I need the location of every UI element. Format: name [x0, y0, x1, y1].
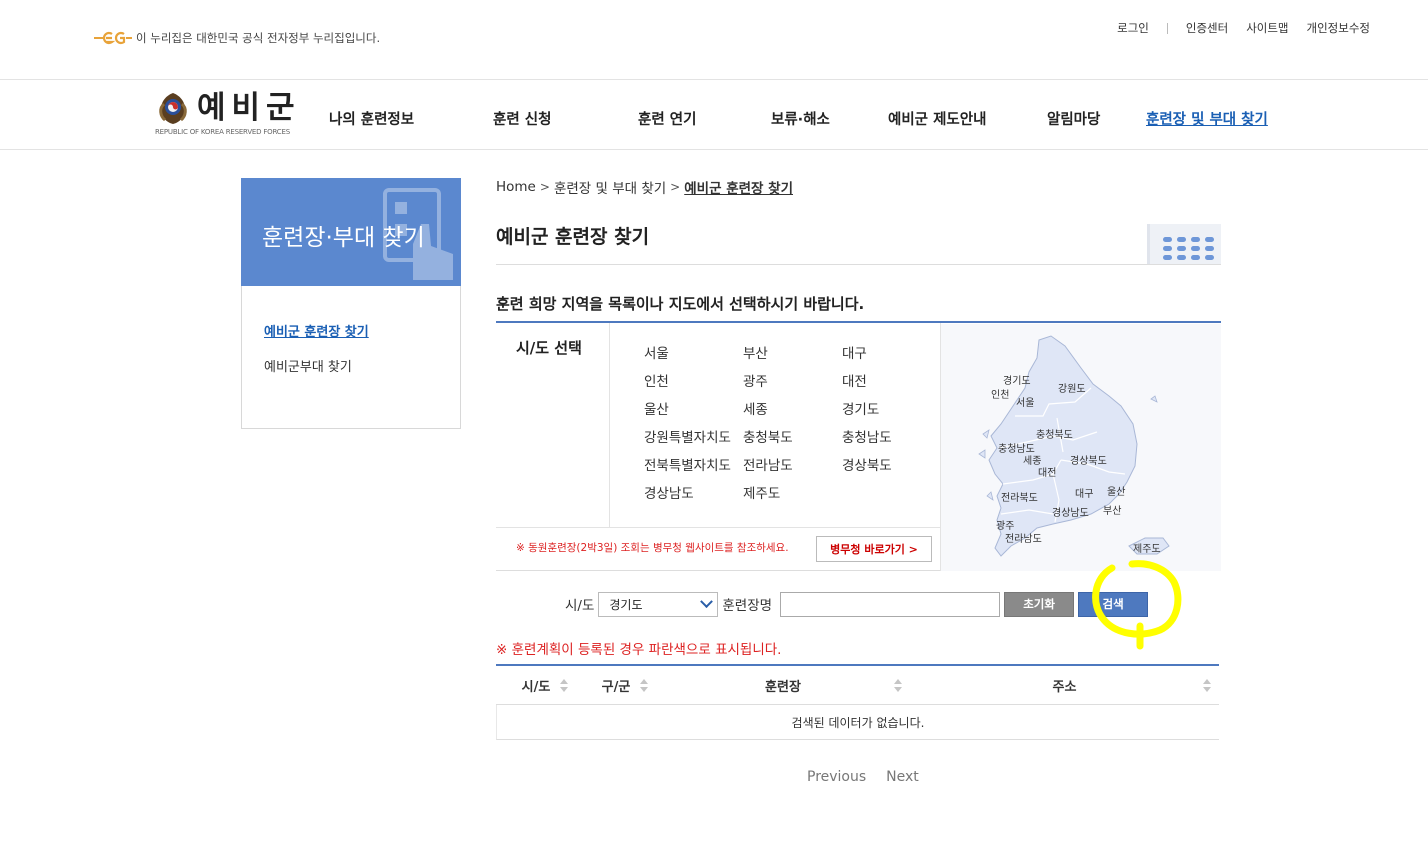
sort-icon[interactable]: [560, 679, 568, 692]
breadcrumb-find[interactable]: 훈련장 및 부대 찾기: [554, 177, 666, 197]
gov-bar: 이 누리집은 대한민국 공식 전자정부 누리집입니다. 로그인 인증센터 사이트…: [0, 0, 1428, 80]
title-decoration-icon: [1147, 224, 1221, 265]
map-label-incheon[interactable]: 인천: [991, 386, 1009, 401]
login-link[interactable]: 로그인: [1117, 20, 1149, 36]
side-nav-title: 훈련장·부대 찾기: [262, 225, 425, 251]
nav-training-apply[interactable]: 훈련 신청: [493, 108, 551, 129]
side-nav-header: 훈련장·부대 찾기: [241, 178, 461, 286]
chevron-right-icon: >: [670, 180, 681, 194]
gov-notice: 이 누리집은 대한민국 공식 전자정부 누리집입니다.: [92, 30, 380, 46]
search-button[interactable]: 검색: [1078, 591, 1149, 617]
gov-notice-text: 이 누리집은 대한민국 공식 전자정부 누리집입니다.: [136, 31, 381, 45]
table-header: 시/도 구/군 훈련장 주소: [496, 666, 1219, 705]
nav-notice[interactable]: 알림마당: [1047, 108, 1100, 129]
korea-map-icon: [978, 335, 1170, 557]
map-label-gyeongbuk[interactable]: 경상북도: [1070, 452, 1107, 467]
nav-system-guide[interactable]: 예비군 제도안내: [888, 108, 986, 129]
facility-name-label: 훈련장명: [722, 598, 773, 614]
chevron-down-icon: [700, 594, 714, 608]
breadcrumb-current[interactable]: 예비군 훈련장 찾기: [684, 177, 793, 197]
utility-links: 로그인 인증센터 사이트맵 개인정보수정: [1117, 20, 1370, 36]
nav-find-facility[interactable]: 훈련장 및 부대 찾기: [1146, 108, 1268, 129]
region-gyeongbuk[interactable]: 경상북도: [842, 457, 941, 475]
map-label-jeju[interactable]: 제주도: [1133, 540, 1161, 555]
region-daegu[interactable]: 대구: [842, 345, 941, 363]
side-nav-item-training-ground[interactable]: 예비군 훈련장 찾기: [264, 321, 369, 340]
search-form: 시/도 경기도 훈련장명 초기화 검색: [565, 591, 1149, 617]
sort-icon[interactable]: [640, 679, 648, 692]
main-header: 예비군 REPUBLIC OF KOREA RESERVED FORCES 나의…: [0, 80, 1428, 150]
map-label-gangwon[interactable]: 강원도: [1058, 380, 1086, 395]
region-jeonnam[interactable]: 전라남도: [743, 457, 842, 475]
nav-hold-release[interactable]: 보류·해소: [771, 108, 830, 129]
map-label-daejeon[interactable]: 대전: [1038, 464, 1056, 479]
page-title: 예비군 훈련장 찾기: [496, 226, 650, 248]
region-busan[interactable]: 부산: [743, 345, 842, 363]
side-nav-item-unit[interactable]: 예비군부대 찾기: [264, 356, 369, 375]
region-gyeongnam[interactable]: 경상남도: [644, 485, 743, 503]
map-label-gyeongnam[interactable]: 경상남도: [1052, 504, 1089, 519]
chevron-right-icon: >: [539, 180, 550, 194]
region-label: 시/도 선택: [516, 339, 582, 357]
sort-icon[interactable]: [1203, 679, 1211, 692]
side-nav-menu: 예비군 훈련장 찾기 예비군부대 찾기: [264, 321, 369, 391]
results-table: 시/도 구/군 훈련장 주소 검색된 데이터가 없습니다.: [496, 664, 1219, 740]
region-gyeonggi[interactable]: 경기도: [842, 401, 941, 419]
region-ulsan[interactable]: 울산: [644, 401, 743, 419]
region-jeju[interactable]: 제주도: [743, 485, 842, 503]
nav-my-training[interactable]: 나의 훈련정보: [329, 108, 414, 129]
global-nav: 나의 훈련정보 훈련 신청 훈련 연기 보류·해소 예비군 제도안내 알림마당 …: [0, 108, 1428, 128]
mma-notice: ※ 동원훈련장(2박3일) 조회는 병무청 웹사이트를 참조하세요.: [516, 542, 789, 554]
breadcrumb: Home > 훈련장 및 부대 찾기 > 예비군 훈련장 찾기: [496, 177, 793, 197]
brand-subtitle: REPUBLIC OF KOREA RESERVED FORCES: [155, 128, 290, 136]
region-sejong[interactable]: 세종: [743, 401, 842, 419]
pagination: Previous Next: [807, 769, 919, 785]
region-selector: 시/도 선택 서울 부산 대구 인천 광주 대전 울산 세종 경기도 강원특별자…: [496, 321, 1221, 571]
nav-training-postpone[interactable]: 훈련 연기: [638, 108, 696, 129]
map-label-busan[interactable]: 부산: [1103, 502, 1121, 517]
korea-map[interactable]: 경기도 인천 서울 강원도 충청북도 충청남도 세종 대전 경상북도 전라북도 …: [941, 324, 1221, 571]
region-jeonbuk[interactable]: 전북특별자치도: [644, 457, 743, 475]
sort-icon[interactable]: [894, 679, 902, 692]
reset-button[interactable]: 초기화: [1004, 591, 1075, 617]
instruction-text: 훈련 희망 지역을 목록이나 지도에서 선택하시기 바랍니다.: [496, 295, 865, 313]
plan-notice: ※ 훈련계획이 등록된 경우 파란색으로 표시됩니다.: [496, 642, 782, 658]
facility-name-input[interactable]: [780, 591, 1001, 617]
sido-select[interactable]: 경기도: [598, 591, 719, 617]
sido-select-value: 경기도: [609, 597, 643, 612]
breadcrumb-home[interactable]: Home: [496, 179, 536, 195]
edit-profile-link[interactable]: 개인정보수정: [1307, 20, 1370, 36]
side-nav: 훈련장·부대 찾기 예비군 훈련장 찾기 예비군부대 찾기: [241, 178, 461, 429]
map-label-chungbuk[interactable]: 충청북도: [1036, 426, 1073, 441]
column-facility[interactable]: 훈련장: [656, 666, 910, 704]
region-chungnam[interactable]: 충청남도: [842, 429, 941, 447]
region-gangwon[interactable]: 강원특별자치도: [644, 429, 743, 447]
region-list: 서울 부산 대구 인천 광주 대전 울산 세종 경기도 강원특별자치도 충청북도…: [644, 345, 941, 503]
table-empty-row: 검색된 데이터가 없습니다.: [496, 705, 1219, 740]
column-gugun[interactable]: 구/군: [576, 666, 656, 704]
pagination-previous[interactable]: Previous: [807, 769, 866, 785]
sitemap-link[interactable]: 사이트맵: [1246, 20, 1288, 36]
mma-link-button[interactable]: 병무청 바로가기 >: [816, 536, 932, 562]
region-seoul[interactable]: 서울: [644, 345, 743, 363]
util-divider: [1166, 22, 1168, 34]
map-label-seoul[interactable]: 서울: [1016, 394, 1034, 409]
map-label-gyeonggi[interactable]: 경기도: [1003, 372, 1031, 387]
cert-center-link[interactable]: 인증센터: [1186, 20, 1228, 36]
egov-logo-icon: [94, 31, 132, 45]
map-label-jeonbuk[interactable]: 전라북도: [1001, 489, 1038, 504]
region-gwangju[interactable]: 광주: [743, 373, 842, 391]
column-address[interactable]: 주소: [910, 666, 1219, 704]
sido-label: 시/도: [565, 598, 595, 614]
region-daejeon[interactable]: 대전: [842, 373, 941, 391]
region-chungbuk[interactable]: 충청북도: [743, 429, 842, 447]
map-label-daegu[interactable]: 대구: [1075, 485, 1093, 500]
map-label-ulsan[interactable]: 울산: [1107, 483, 1125, 498]
pagination-next[interactable]: Next: [886, 769, 919, 785]
title-divider: [496, 264, 1221, 265]
region-incheon[interactable]: 인천: [644, 373, 743, 391]
column-sido[interactable]: 시/도: [496, 666, 576, 704]
map-label-jeonnam[interactable]: 전라남도: [1005, 530, 1042, 545]
